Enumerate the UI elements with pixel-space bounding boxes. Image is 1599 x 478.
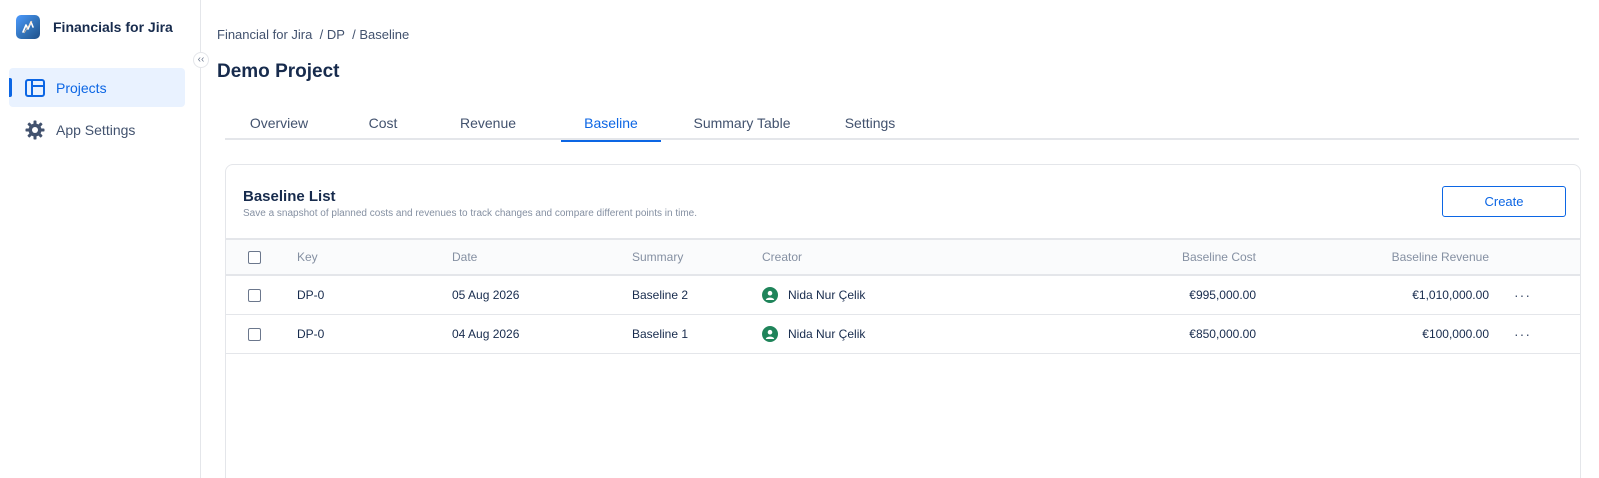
sidebar-item-app-settings[interactable]: App Settings	[9, 110, 185, 149]
tab-baseline[interactable]: Baseline	[561, 105, 661, 142]
more-actions-icon[interactable]: ···	[1514, 287, 1531, 303]
row-baseline-cost: €995,000.00	[1189, 288, 1256, 302]
app-title: Financials for Jira	[53, 19, 173, 35]
row-date: 04 Aug 2026	[452, 327, 520, 341]
user-avatar-icon	[762, 326, 778, 342]
column-header-creator[interactable]: Creator	[762, 240, 962, 274]
app-header[interactable]: Financials for Jira	[16, 14, 173, 40]
chart-logo-icon	[16, 15, 40, 39]
column-header-date[interactable]: Date	[452, 240, 602, 274]
breadcrumb-root[interactable]: Financial for Jira	[217, 27, 312, 42]
sidebar: Financials for Jira Projects App Setting…	[0, 0, 201, 478]
table-layout-icon	[24, 77, 46, 99]
table-row[interactable]: DP-0 04 Aug 2026 Baseline 1 Nida Nur Çel…	[226, 315, 1580, 354]
create-baseline-button[interactable]: Create	[1442, 186, 1566, 217]
sidebar-item-projects[interactable]: Projects	[9, 68, 185, 107]
column-header-baseline-revenue[interactable]: Baseline Revenue	[1336, 240, 1489, 274]
sidebar-item-label: App Settings	[56, 121, 136, 138]
collapse-sidebar-button[interactable]: ‹‹	[193, 52, 209, 68]
row-summary: Baseline 2	[632, 288, 689, 302]
tab-summary-table[interactable]: Summary Table	[682, 105, 802, 140]
select-all-checkbox[interactable]	[248, 250, 261, 264]
baseline-list-card: Baseline List Save a snapshot of planned…	[225, 164, 1581, 478]
row-creator: Nida Nur Çelik	[762, 315, 962, 353]
row-creator: Nida Nur Çelik	[762, 276, 962, 314]
breadcrumb: Financial for Jira / DP / Baseline	[217, 27, 409, 42]
row-checkbox[interactable]	[248, 327, 261, 341]
row-key: DP-0	[297, 288, 325, 302]
row-checkbox[interactable]	[248, 288, 261, 302]
row-key: DP-0	[297, 327, 325, 341]
table-header: Key Date Summary Creator Baseline Cost B…	[226, 238, 1580, 276]
creator-name: Nida Nur Çelik	[788, 327, 866, 341]
baseline-table: Key Date Summary Creator Baseline Cost B…	[226, 238, 1580, 354]
row-summary: Baseline 1	[632, 327, 689, 341]
tab-revenue[interactable]: Revenue	[433, 105, 543, 140]
user-avatar-icon	[762, 287, 778, 303]
row-baseline-cost: €850,000.00	[1189, 327, 1256, 341]
row-baseline-revenue: €1,010,000.00	[1412, 288, 1489, 302]
row-baseline-revenue: €100,000.00	[1422, 327, 1489, 341]
more-actions-icon[interactable]: ···	[1514, 326, 1531, 342]
row-date: 05 Aug 2026	[452, 288, 520, 302]
table-row[interactable]: DP-0 05 Aug 2026 Baseline 2 Nida Nur Çel…	[226, 276, 1580, 315]
tab-settings[interactable]: Settings	[822, 105, 918, 140]
breadcrumb-project[interactable]: / DP	[320, 27, 345, 42]
tab-cost[interactable]: Cost	[333, 105, 433, 140]
gear-icon	[24, 119, 46, 141]
tab-overview[interactable]: Overview	[225, 105, 333, 140]
card-title: Baseline List	[243, 188, 336, 205]
column-header-baseline-cost[interactable]: Baseline Cost	[1106, 240, 1256, 274]
page-title: Demo Project	[217, 61, 340, 82]
column-header-summary[interactable]: Summary	[632, 240, 752, 274]
breadcrumb-current: / Baseline	[352, 27, 410, 42]
creator-name: Nida Nur Çelik	[788, 288, 866, 302]
card-subtitle: Save a snapshot of planned costs and rev…	[243, 208, 697, 219]
column-header-key[interactable]: Key	[297, 240, 417, 274]
sidebar-item-label: Projects	[56, 79, 107, 96]
tab-bar: Overview Cost Revenue Baseline Summary T…	[225, 105, 1579, 142]
